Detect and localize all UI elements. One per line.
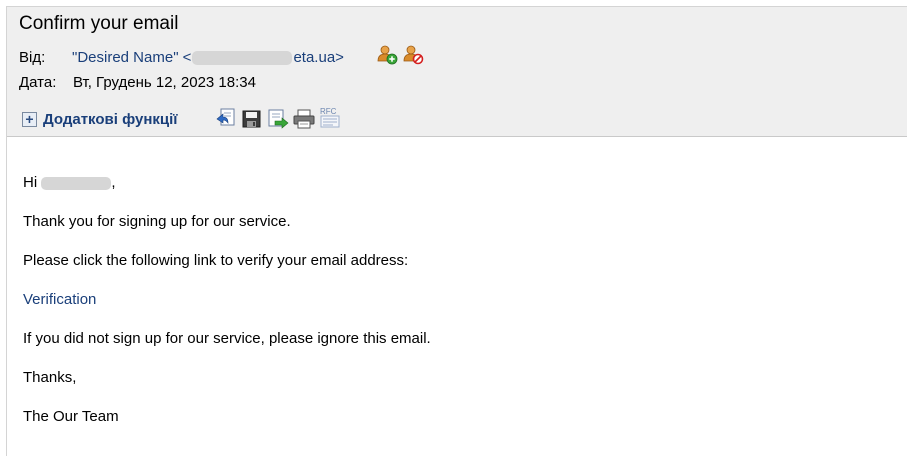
body-line-3: If you did not sign up for our service, … (23, 330, 431, 347)
print-icon[interactable] (293, 108, 315, 130)
save-icon[interactable] (241, 108, 263, 130)
extras-menu[interactable]: Додаткові функції (43, 111, 178, 128)
redacted-name (41, 176, 112, 190)
message-subject: Confirm your email (19, 13, 179, 34)
reply-icon[interactable] (215, 107, 237, 129)
sender-address[interactable]: "Desired Name" < eta.ua> (72, 49, 344, 66)
sender-domain: eta.ua> (293, 49, 344, 66)
add-contact-icon[interactable] (377, 44, 399, 66)
date-label: Дата: (19, 74, 57, 91)
greeting-end: , (111, 174, 116, 191)
from-label: Від: (19, 49, 46, 66)
block-contact-icon[interactable] (403, 44, 425, 66)
plus-icon[interactable]: + (22, 112, 37, 127)
greeting-start: Hi (23, 174, 42, 191)
rfc-icon[interactable]: RFC (319, 105, 343, 129)
date-value: Вт, Грудень 12, 2023 18:34 (73, 74, 256, 91)
body-line-2: Please click the following link to verif… (23, 252, 409, 269)
body-line-4: Thanks, (23, 369, 77, 386)
sender-name: "Desired Name" < (72, 49, 192, 66)
greeting-line: Hi , (23, 174, 116, 191)
message-header: Confirm your email Від: "Desired Name" <… (7, 7, 907, 137)
body-line-1: Thank you for signing up for our service… (23, 213, 291, 230)
redacted-email (192, 51, 293, 66)
signature: The Our Team (23, 408, 119, 425)
rfc-label: RFC (320, 107, 337, 116)
forward-icon[interactable] (267, 107, 289, 129)
verification-link[interactable]: Verification (23, 291, 96, 308)
